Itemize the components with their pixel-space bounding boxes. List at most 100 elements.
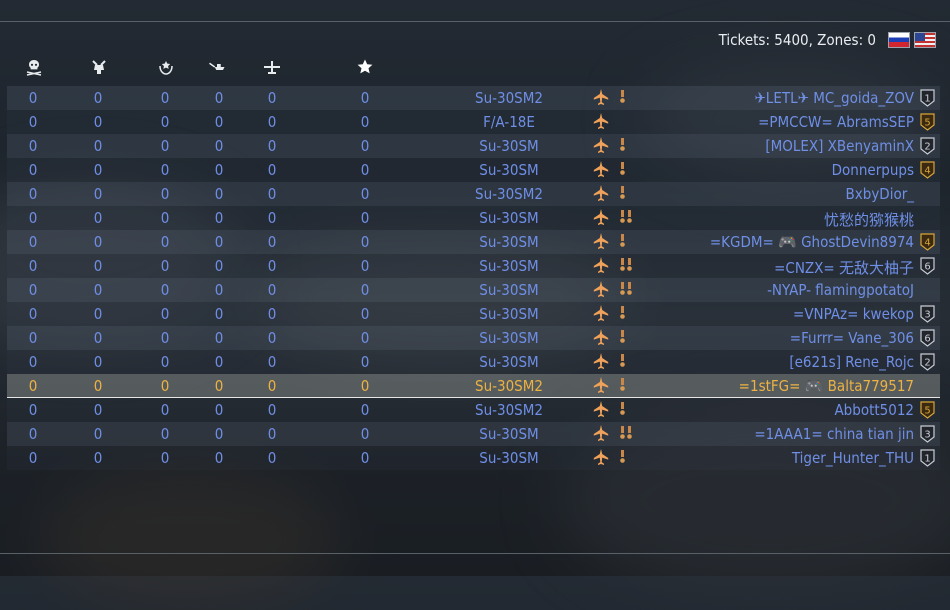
medal-icon [627, 210, 632, 223]
stat-cell: 0 [360, 377, 370, 395]
table-row[interactable]: 0 0 0 0 0 0 Su-30SM =1AAA1= china tian jin 3 [7, 422, 940, 446]
stat-cell: 0 [28, 425, 38, 443]
svg-text:3: 3 [924, 430, 930, 441]
player-name[interactable]: =CNZX= 无敌大柚子 [774, 257, 914, 278]
stat-cell: 0 [360, 425, 370, 443]
vehicle-name[interactable]: Su-30SM [439, 353, 579, 371]
table-row[interactable]: 0 0 0 0 0 0 Su-30SM2 ✈LETL✈ MC_goida_ZOV 1 [7, 86, 940, 110]
table-row[interactable]: 0 0 0 0 0 0 Su-30SM [MOLEX] XBenyaminX 2 [7, 134, 940, 158]
stat-cell: 0 [360, 305, 370, 323]
stat-cell: 0 [28, 89, 38, 107]
stat-cell: 0 [28, 233, 38, 251]
assists-icon[interactable] [157, 58, 175, 76]
player-name[interactable]: ✈LETL✈ MC_goida_ZOV [755, 89, 915, 107]
stat-cell: 0 [360, 209, 370, 227]
vehicle-name[interactable]: Su-30SM [439, 161, 579, 179]
stat-cell: 0 [160, 161, 170, 179]
vehicle-name[interactable]: Su-30SM [439, 449, 579, 467]
player-name[interactable]: Donnerpups [832, 161, 914, 179]
stat-cell: 0 [360, 401, 370, 419]
player-name[interactable]: -NYAP- flamingpotatoJ [767, 281, 914, 299]
table-row[interactable]: 0 0 0 0 0 0 Su-30SM =KGDM= 🎮 GhostDevin8974 4 [7, 230, 940, 254]
stat-cell: 0 [93, 89, 103, 107]
vehicle-name[interactable]: Su-30SM [439, 425, 579, 443]
skull-icon[interactable] [25, 58, 43, 76]
medal-icon [620, 378, 625, 391]
table-row[interactable]: 0 0 0 0 0 0 Su-30SM Tiger_Hunter_THU 1 [7, 446, 940, 470]
vehicle-name[interactable]: Su-30SM2 [439, 89, 579, 107]
table-row[interactable]: 0 0 0 0 0 0 Su-30SM -NYAP- flamingpotatoJ [7, 278, 940, 302]
table-row[interactable]: 0 0 0 0 0 0 Su-30SM Donnerpups 4 [7, 158, 940, 182]
medal-icon [627, 426, 632, 439]
stat-cell: 0 [93, 353, 103, 371]
player-name[interactable]: =1stFG= 🎮 Balta779517 [739, 377, 914, 395]
ground-kills-icon[interactable] [90, 58, 108, 76]
stat-cell: 0 [28, 113, 38, 131]
jet-icon [593, 257, 609, 273]
vehicle-name[interactable]: Su-30SM [439, 209, 579, 227]
vehicle-name[interactable]: Su-30SM [439, 281, 579, 299]
player-name[interactable]: =KGDM= 🎮 GhostDevin8974 [710, 233, 914, 251]
player-name[interactable]: =PMCCW= AbramsSEP [758, 113, 914, 131]
medal-icon [620, 258, 625, 271]
vehicle-name[interactable]: Su-30SM [439, 233, 579, 251]
stat-cell: 0 [28, 185, 38, 203]
vehicle-name[interactable]: Su-30SM2 [439, 185, 579, 203]
usa-flag-icon [914, 32, 936, 48]
stat-cell: 0 [93, 137, 103, 155]
svg-text:3: 3 [924, 310, 930, 321]
table-row[interactable]: 0 0 0 0 0 0 Su-30SM =CNZX= 无敌大柚子 6 [7, 254, 940, 278]
stat-cell: 0 [160, 113, 170, 131]
russia-flag-icon [888, 32, 910, 48]
vehicle-name[interactable]: Su-30SM [439, 257, 579, 275]
stat-cell: 0 [160, 257, 170, 275]
player-name[interactable]: =VNPAz= kwekop [793, 305, 914, 323]
table-row[interactable]: 0 0 0 0 0 0 Su-30SM2 Abbott5012 5 [7, 398, 940, 422]
stat-cell: 0 [93, 161, 103, 179]
stat-cell: 0 [267, 329, 277, 347]
table-row[interactable]: 0 0 0 0 0 0 Su-30SM =VNPAz= kwekop 3 [7, 302, 940, 326]
stat-cell: 0 [267, 401, 277, 419]
table-row[interactable]: 0 0 0 0 0 0 Su-30SM2 BxbyDior_ [7, 182, 940, 206]
jet-icon [593, 89, 609, 105]
stat-cell: 0 [160, 233, 170, 251]
player-name[interactable]: Abbott5012 [834, 401, 914, 419]
medal-icon [620, 426, 625, 439]
jet-icon [593, 281, 609, 297]
table-row[interactable]: 0 0 0 0 0 0 Su-30SM [e621s] Rene_Rojc 2 [7, 350, 940, 374]
svg-text:2: 2 [924, 358, 930, 369]
vehicle-name[interactable]: F/A-18E [439, 113, 579, 131]
player-name[interactable]: [MOLEX] XBenyaminX [765, 137, 914, 155]
table-row[interactable]: 0 0 0 0 0 0 F/A-18E =PMCCW= AbramsSEP 5 [7, 110, 940, 134]
stat-cell: 0 [160, 449, 170, 467]
stat-cell: 0 [160, 305, 170, 323]
player-name[interactable]: =Furrr= Vane_306 [790, 329, 914, 347]
svg-text:4: 4 [924, 238, 930, 249]
medal-icon [620, 450, 625, 463]
stat-cell: 0 [93, 257, 103, 275]
table-row[interactable]: 0 0 0 0 0 0 Su-30SM 忧愁的猕猴桃 [7, 206, 940, 230]
player-name[interactable]: [e621s] Rene_Rojc [789, 353, 914, 371]
stat-cell: 0 [214, 209, 224, 227]
stat-cell: 0 [214, 137, 224, 155]
table-row[interactable]: 0 0 0 0 0 0 Su-30SM2 =1stFG= 🎮 Balta779517 [7, 374, 940, 398]
naval-icon[interactable] [208, 58, 226, 76]
stat-cell: 0 [160, 281, 170, 299]
vehicle-name[interactable]: Su-30SM [439, 137, 579, 155]
jet-icon [593, 137, 609, 153]
player-name[interactable]: BxbyDior_ [846, 185, 914, 203]
jet-icon [593, 353, 609, 369]
stat-cell: 0 [160, 137, 170, 155]
stat-cell: 0 [360, 329, 370, 347]
score-star-icon[interactable] [356, 58, 374, 76]
vehicle-name[interactable]: Su-30SM [439, 329, 579, 347]
table-row[interactable]: 0 0 0 0 0 0 Su-30SM =Furrr= Vane_306 6 [7, 326, 940, 350]
aircraft-icon[interactable] [263, 58, 281, 76]
player-name[interactable]: =1AAA1= china tian jin [754, 425, 914, 443]
player-name[interactable]: 忧愁的猕猴桃 [824, 209, 914, 230]
vehicle-name[interactable]: Su-30SM2 [439, 401, 579, 419]
vehicle-name[interactable]: Su-30SM2 [439, 377, 579, 395]
player-name[interactable]: Tiger_Hunter_THU [792, 449, 914, 467]
stat-cell: 0 [214, 257, 224, 275]
vehicle-name[interactable]: Su-30SM [439, 305, 579, 323]
